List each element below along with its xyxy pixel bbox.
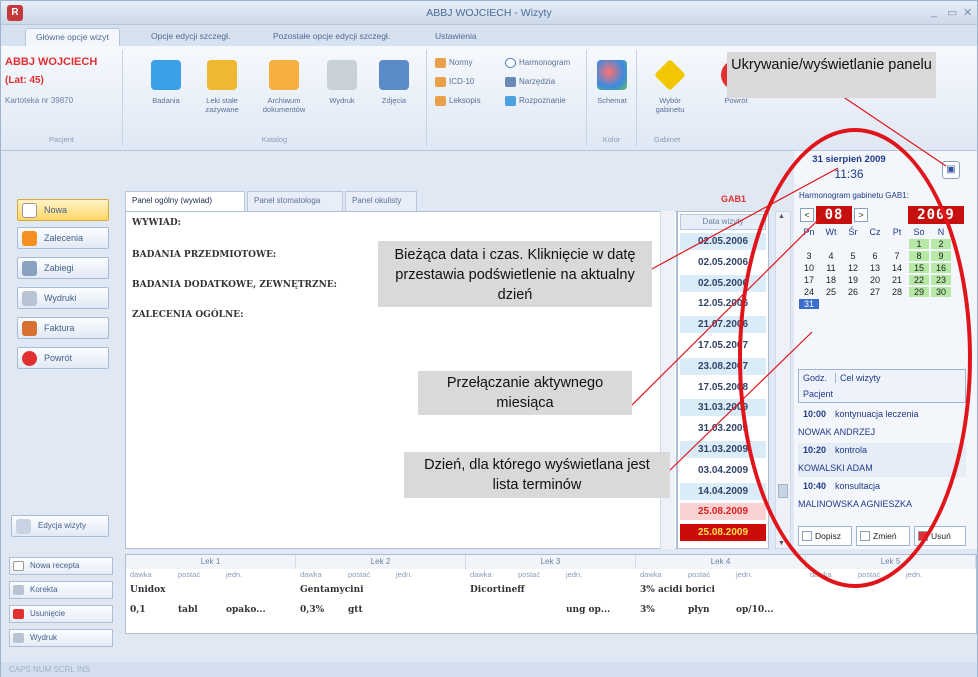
callout-selected-day: Dzień, dla którego wyświetlana jest list…: [404, 452, 670, 498]
callout-line-toggle: [829, 87, 947, 167]
callout-panel-toggle: Ukrywanie/wyświetlanie panelu: [727, 52, 936, 98]
callout-month-switch: Przełączanie aktywnego miesiąca: [418, 371, 632, 415]
callout-line-day: [667, 331, 813, 473]
callout-line-date: [649, 167, 839, 271]
callout-line-month: [631, 211, 827, 406]
callout-lines: [631, 87, 947, 473]
callout-date-time: Bieżąca data i czas. Kliknięcie w datę p…: [378, 241, 652, 307]
